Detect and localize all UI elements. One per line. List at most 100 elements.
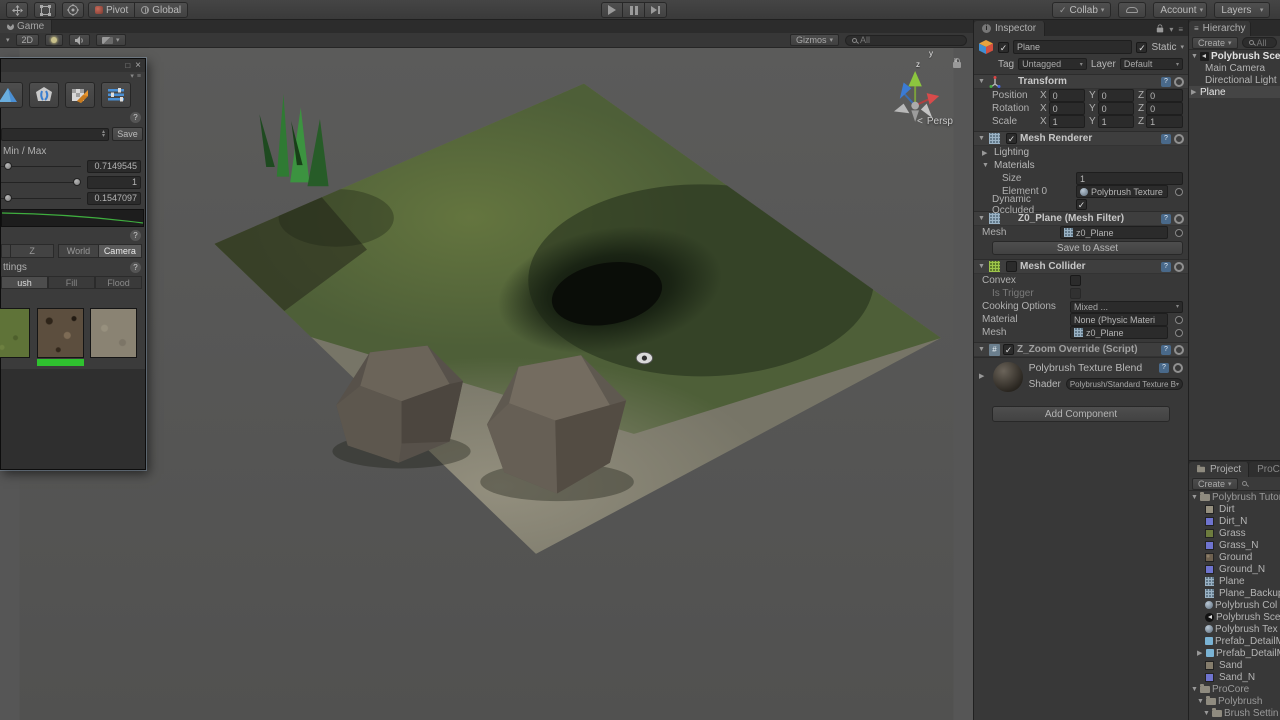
project-item-material[interactable]: Polybrush Col (1189, 599, 1280, 611)
gear-icon[interactable] (1174, 77, 1184, 87)
layer-dropdown[interactable]: Default▾ (1120, 58, 1183, 70)
gear-icon[interactable] (1174, 345, 1184, 355)
pb-menu-icon[interactable]: ≡ (137, 73, 141, 80)
global-button[interactable]: Global (135, 2, 188, 18)
settings-mode-button[interactable] (101, 82, 131, 108)
help-book-icon[interactable]: ? (1159, 363, 1169, 373)
inspector-lock-icon[interactable] (1157, 27, 1163, 32)
mesh-collider-header[interactable]: ▼ ✓ Mesh Collider ? (974, 259, 1188, 274)
save-brush-button[interactable]: Save (112, 127, 143, 141)
project-item-texture[interactable]: Sand_N (1189, 671, 1280, 683)
mesh-renderer-header[interactable]: ▼ ✓ Mesh Renderer ? (974, 131, 1188, 146)
handle-dropdown-icon[interactable]: ▾ (6, 36, 10, 44)
project-create-button[interactable]: Create ▾ (1192, 478, 1238, 490)
brush-preset-dropdown[interactable]: ▴▾ (1, 128, 109, 141)
fold-icon[interactable]: ▼ (978, 215, 986, 222)
smooth-mode-button[interactable] (29, 82, 59, 108)
search-icon[interactable] (1242, 481, 1247, 486)
strength-slider[interactable] (1, 182, 81, 183)
lighting-toggle-button[interactable] (45, 34, 63, 46)
dir-world-button[interactable]: World (58, 244, 98, 258)
sculpt-mode-button[interactable] (0, 82, 23, 108)
play-button[interactable] (601, 2, 623, 18)
rect-tool-button[interactable] (34, 2, 56, 18)
dir-partial-button[interactable] (1, 244, 10, 258)
radius-slider[interactable] (1, 166, 81, 167)
gear-icon[interactable] (1173, 363, 1183, 373)
fold-icon[interactable]: ▼ (1191, 53, 1198, 60)
hierarchy-item-plane[interactable]: ▶ Plane (1189, 86, 1280, 98)
inspector-menu-icon[interactable]: ≡ (1178, 25, 1183, 34)
project-item-texture[interactable]: Grass (1189, 527, 1280, 539)
effects-toggle-button[interactable]: ▾ (96, 34, 126, 46)
project-item-prefab[interactable]: ▶Prefab_DetailM (1189, 647, 1280, 659)
size-field[interactable]: 1 (1076, 172, 1183, 185)
axis-y-label[interactable]: y (929, 49, 933, 58)
hierarchy-item-scene[interactable]: ▼ Polybrush Scen (1189, 50, 1280, 62)
help-book-icon[interactable]: ? (1161, 214, 1171, 224)
help-book-icon[interactable]: ? (1161, 345, 1171, 355)
maximize-icon[interactable]: □ (125, 61, 130, 70)
step-button[interactable] (645, 2, 667, 18)
shader-dropdown[interactable]: Polybrush/Standard Texture B ▾ (1066, 378, 1183, 390)
static-checkbox[interactable]: ✓ (1136, 42, 1147, 53)
dir-camera-button[interactable]: Camera (99, 244, 142, 258)
scale-x-field[interactable]: 1 (1049, 115, 1085, 128)
name-field[interactable]: Plane (1013, 40, 1132, 54)
falloff-curve-field[interactable] (1, 209, 144, 227)
polybrush-titlebar[interactable]: □ × (1, 59, 145, 72)
hierarchy-item-main-camera[interactable]: Main Camera (1189, 62, 1280, 74)
scene-search-input[interactable]: All (845, 35, 967, 46)
tab-game[interactable]: Game (0, 20, 52, 33)
persp-toggle[interactable]: < Persp (917, 116, 953, 127)
brush-mode-tab[interactable]: ush (1, 276, 48, 289)
collab-button[interactable]: ✓ Collab ▾ (1052, 2, 1111, 18)
collider-mesh-field[interactable]: z0_Plane (1070, 326, 1168, 339)
physic-material-field[interactable]: None (Physic Materi (1070, 313, 1168, 326)
hierarchy-search-input[interactable]: All (1242, 37, 1277, 48)
close-icon[interactable]: × (135, 60, 141, 71)
axis-z-label[interactable]: z (916, 60, 920, 69)
materials-foldout[interactable]: ▼ Materials (974, 159, 1188, 172)
fold-icon[interactable]: ▼ (978, 263, 986, 270)
lock-icon[interactable] (953, 62, 961, 68)
project-item-folder[interactable]: ▼ProCore (1189, 683, 1280, 695)
project-item-mesh[interactable]: Plane_Backup (1189, 587, 1280, 599)
rotation-z-field[interactable]: 0 (1146, 102, 1183, 115)
help-book-icon[interactable]: ? (1161, 262, 1171, 272)
position-x-field[interactable]: 0 (1049, 89, 1085, 102)
static-dropdown-icon[interactable]: ▾ (1180, 43, 1184, 51)
tag-dropdown[interactable]: Untagged▾ (1018, 58, 1087, 70)
position-z-field[interactable]: 0 (1146, 89, 1183, 102)
help-icon-3[interactable]: ? (130, 262, 141, 273)
mesh-field[interactable]: z0_Plane (1060, 226, 1168, 239)
project-item-folder[interactable]: ▼ Polybrush Tutori (1189, 491, 1280, 503)
cooking-options-dropdown[interactable]: Mixed ...▾ (1070, 301, 1183, 313)
texture-dirt-thumb[interactable] (37, 308, 84, 358)
project-item-scene[interactable]: Polybrush Sce (1189, 611, 1280, 623)
project-item-prefab[interactable]: Prefab_DetailM (1189, 635, 1280, 647)
pb-dropdown-icon[interactable]: ▾ (130, 72, 134, 80)
position-y-field[interactable]: 0 (1098, 89, 1134, 102)
dynamic-occluded-checkbox[interactable]: ✓ (1076, 199, 1087, 210)
object-picker-icon[interactable] (1175, 316, 1183, 324)
move-tool-button[interactable] (6, 2, 28, 18)
strength-value-field[interactable]: 1 (87, 176, 141, 189)
object-picker-icon[interactable] (1175, 229, 1183, 237)
tab-hierarchy[interactable]: ≡ Hierarchy (1189, 21, 1251, 36)
scale-z-field[interactable]: 1 (1146, 115, 1183, 128)
account-button[interactable]: Account ▾ (1153, 2, 1207, 18)
tab-procore[interactable]: ProC (1249, 462, 1280, 477)
2d-toggle-button[interactable]: 2D (16, 34, 40, 46)
project-item-texture[interactable]: Ground_N (1189, 563, 1280, 575)
dir-z-button[interactable]: Z (10, 244, 54, 258)
hierarchy-create-button[interactable]: Create ▾ (1192, 37, 1238, 49)
fold-icon[interactable]: ▶ (1191, 88, 1198, 96)
convex-checkbox[interactable]: ✓ (1070, 275, 1081, 286)
fold-icon[interactable]: ▶ (979, 372, 987, 380)
gear-icon[interactable] (1174, 134, 1184, 144)
project-item-texture[interactable]: Ground (1189, 551, 1280, 563)
help-icon[interactable]: ? (130, 112, 141, 123)
texture-ground-thumb[interactable] (90, 308, 137, 358)
texture-paint-mode-button[interactable] (65, 82, 95, 108)
